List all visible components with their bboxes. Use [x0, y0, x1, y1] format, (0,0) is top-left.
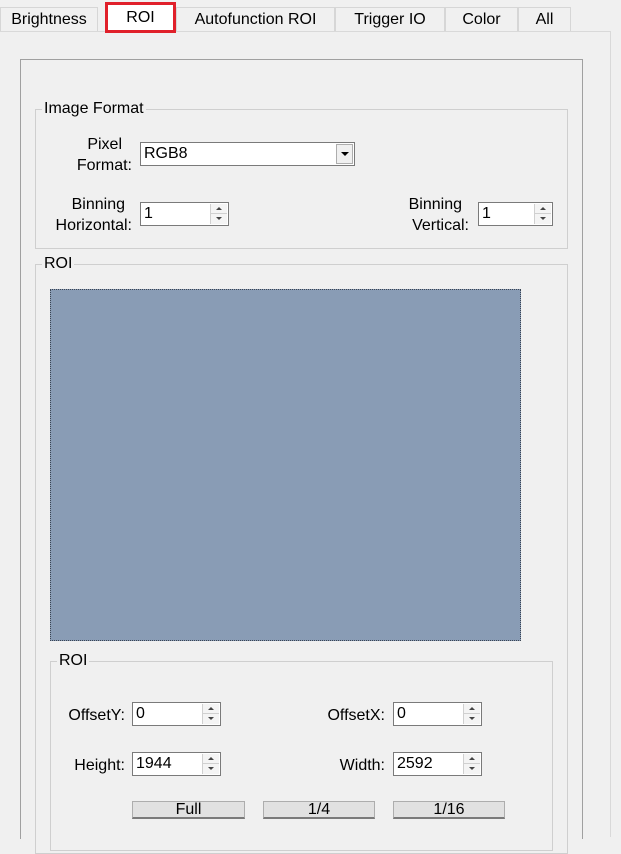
- binning-vertical-spinbox[interactable]: 1: [478, 202, 553, 226]
- image-format-title: Image Format: [42, 99, 146, 119]
- width-value: 2592: [397, 755, 433, 772]
- spin-down-button[interactable]: [464, 764, 480, 774]
- arrow-down-icon: [216, 217, 222, 220]
- pixel-format-value: RGB8: [144, 145, 188, 162]
- roi-settings-title: ROI: [57, 651, 90, 671]
- spin-buttons: [534, 204, 551, 224]
- tab-all[interactable]: All: [518, 7, 571, 32]
- binning-vertical-value: 1: [482, 205, 491, 222]
- dropdown-arrow-button[interactable]: [336, 144, 353, 164]
- pixel-format-label-2: Format:: [76, 157, 132, 174]
- roi-group-title: ROI: [42, 254, 75, 274]
- binning-vertical-label: Binning: [408, 196, 462, 213]
- spin-down-button[interactable]: [211, 214, 227, 224]
- binning-horizontal-label: Binning: [71, 196, 125, 213]
- spin-up-button[interactable]: [203, 704, 219, 714]
- height-spinbox[interactable]: 1944: [132, 752, 221, 776]
- offset-y-spinbox[interactable]: 0: [132, 702, 221, 726]
- sixteenth-button[interactable]: 1/16: [393, 801, 505, 819]
- arrow-down-icon: [208, 717, 214, 720]
- spin-up-button[interactable]: [535, 204, 551, 214]
- spin-buttons: [463, 754, 480, 774]
- spin-buttons: [202, 754, 219, 774]
- spin-up-button[interactable]: [464, 704, 480, 714]
- height-label: Height:: [74, 757, 125, 774]
- spin-buttons: [463, 704, 480, 724]
- arrow-down-icon: [469, 767, 475, 770]
- arrow-up-icon: [469, 707, 475, 710]
- arrow-down-icon: [469, 717, 475, 720]
- width-label: Width:: [339, 757, 385, 774]
- arrow-down-icon: [208, 767, 214, 770]
- offset-x-value: 0: [397, 705, 406, 722]
- pixel-format-dropdown[interactable]: RGB8: [140, 142, 355, 166]
- quarter-button[interactable]: 1/4: [263, 801, 375, 819]
- spin-buttons: [210, 204, 227, 224]
- offset-y-label: OffsetY:: [68, 707, 125, 724]
- arrow-up-icon: [208, 707, 214, 710]
- arrow-up-icon: [540, 207, 546, 210]
- arrow-up-icon: [208, 757, 214, 760]
- spin-down-button[interactable]: [464, 714, 480, 724]
- offset-x-spinbox[interactable]: 0: [393, 702, 482, 726]
- offset-x-label: OffsetX:: [327, 707, 385, 724]
- binning-vertical-label-2: Vertical:: [412, 217, 469, 234]
- tab-autofunction-roi[interactable]: Autofunction ROI: [176, 7, 335, 32]
- spin-buttons: [202, 704, 219, 724]
- tab-strip: Brightness ROI Autofunction ROI Trigger …: [0, 0, 621, 33]
- full-button[interactable]: Full: [132, 801, 245, 819]
- spin-down-button[interactable]: [203, 764, 219, 774]
- roi-preview-area[interactable]: [50, 289, 521, 641]
- arrow-up-icon: [469, 757, 475, 760]
- binning-horizontal-spinbox[interactable]: 1: [140, 202, 229, 226]
- width-spinbox[interactable]: 2592: [393, 752, 482, 776]
- offset-y-value: 0: [136, 705, 145, 722]
- height-value: 1944: [136, 755, 172, 772]
- chevron-down-icon: [341, 152, 349, 156]
- tab-brightness[interactable]: Brightness: [0, 7, 98, 32]
- tab-color[interactable]: Color: [445, 7, 518, 32]
- spin-up-button[interactable]: [464, 754, 480, 764]
- binning-horizontal-value: 1: [144, 205, 153, 222]
- spin-down-button[interactable]: [535, 214, 551, 224]
- tab-trigger-io[interactable]: Trigger IO: [335, 7, 445, 32]
- spin-down-button[interactable]: [203, 714, 219, 724]
- arrow-down-icon: [540, 217, 546, 220]
- binning-horizontal-label-2: Horizontal:: [55, 217, 132, 234]
- tab-roi[interactable]: ROI: [105, 2, 176, 33]
- spin-up-button[interactable]: [203, 754, 219, 764]
- arrow-up-icon: [216, 207, 222, 210]
- spin-up-button[interactable]: [211, 204, 227, 214]
- pixel-format-label: Pixel: [87, 136, 122, 153]
